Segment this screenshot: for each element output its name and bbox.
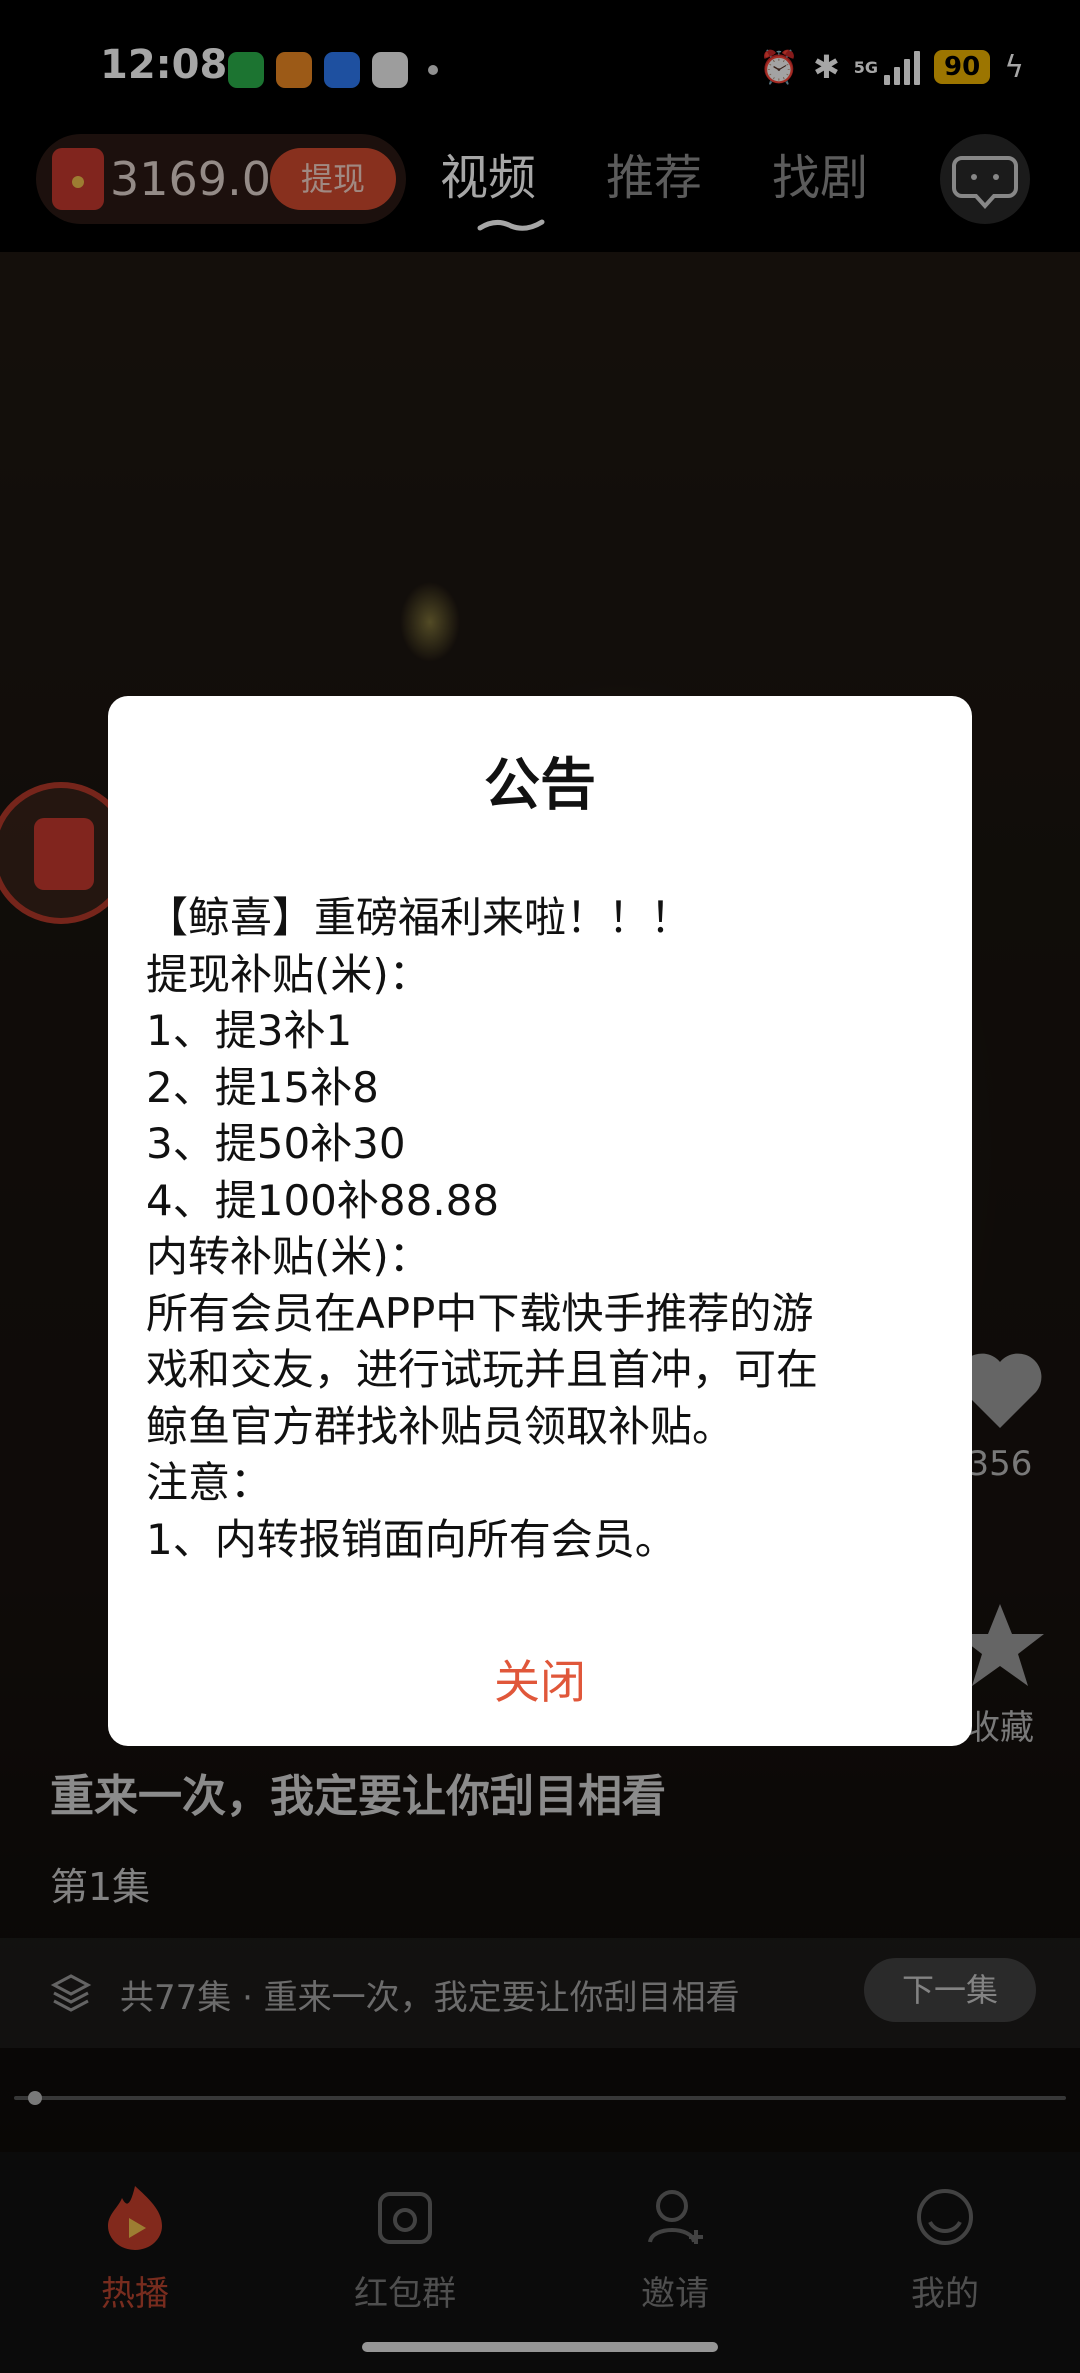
dialog-line: 2、提15补8 [146, 1062, 379, 1112]
dialog-line: 1、内转报销面向所有会员。 [146, 1514, 677, 1564]
dialog-line: 【鲸喜】重磅福利来啦！！！ [146, 893, 693, 942]
dialog-line: 4、提100补88.88 [146, 1175, 500, 1225]
dialog-line: 鲸鱼官方群找补贴员领取补贴。 [146, 1401, 735, 1451]
dialog-line: 所有会员在APP中下载快手推荐的游 [146, 1288, 814, 1338]
dialog-line: 3、提50补30 [146, 1119, 406, 1168]
dialog-line: 提现补贴(米)： [146, 949, 431, 999]
dialog-line: 1、提3补1 [146, 1006, 353, 1055]
dialog-line: 戏和交友，进行试玩并且首冲，可在 [146, 1345, 819, 1394]
dialog-title: 公告 [484, 753, 596, 818]
announcement-dialog: 公告 【鲸喜】重磅福利来啦！！！ 提现补贴(米)： 1、提3补1 2、提15补8… [108, 696, 972, 1746]
dialog-body: 【鲸喜】重磅福利来啦！！！ 提现补贴(米)： 1、提3补1 2、提15补8 3、… [146, 890, 946, 1568]
dialog-line: 内转补贴(米)： [146, 1232, 431, 1281]
close-button[interactable]: 关闭 [108, 1646, 972, 1712]
dialog-line: 注意： [146, 1458, 273, 1507]
